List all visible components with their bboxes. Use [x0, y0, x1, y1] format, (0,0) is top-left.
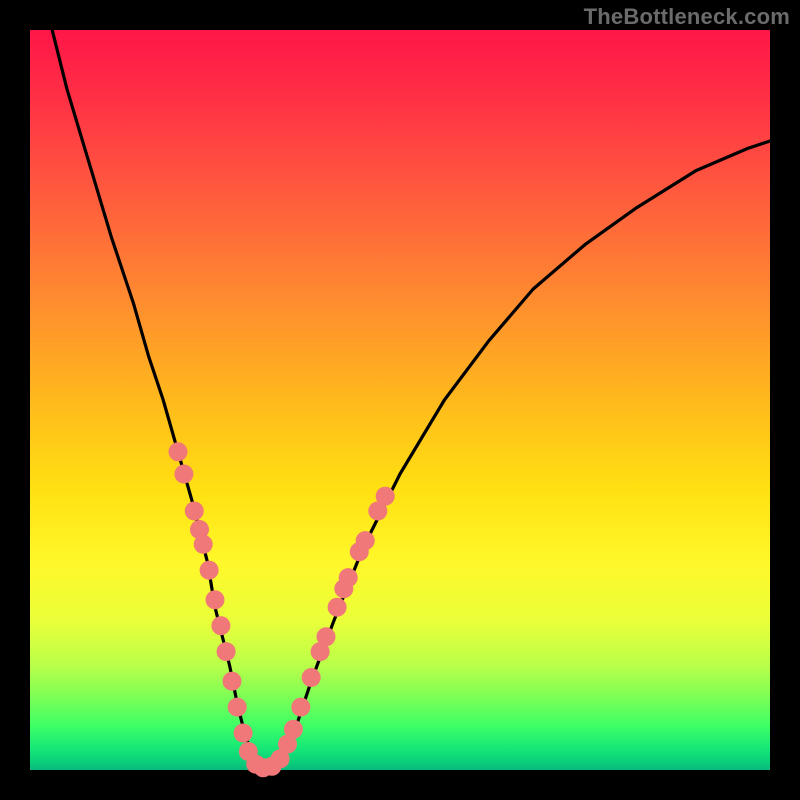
- marker-dot: [328, 598, 347, 617]
- watermark-text: TheBottleneck.com: [584, 4, 790, 30]
- marker-dot: [217, 642, 236, 661]
- marker-dot: [169, 442, 188, 461]
- marker-dot: [228, 698, 247, 717]
- marker-dot: [284, 720, 303, 739]
- marker-dot: [185, 502, 204, 521]
- bottleneck-curve: [52, 30, 770, 770]
- marker-dot: [317, 627, 336, 646]
- curve-svg: [30, 30, 770, 770]
- marker-dot: [356, 531, 375, 550]
- marker-dot: [200, 561, 219, 580]
- plot-area: [30, 30, 770, 770]
- marker-dot: [211, 616, 230, 635]
- marker-dots: [169, 442, 395, 777]
- marker-dot: [234, 724, 253, 743]
- marker-dot: [223, 672, 242, 691]
- marker-dot: [339, 568, 358, 587]
- marker-dot: [302, 668, 321, 687]
- chart-frame: TheBottleneck.com: [0, 0, 800, 800]
- marker-dot: [291, 698, 310, 717]
- marker-dot: [376, 487, 395, 506]
- marker-dot: [174, 465, 193, 484]
- marker-dot: [194, 535, 213, 554]
- marker-dot: [206, 590, 225, 609]
